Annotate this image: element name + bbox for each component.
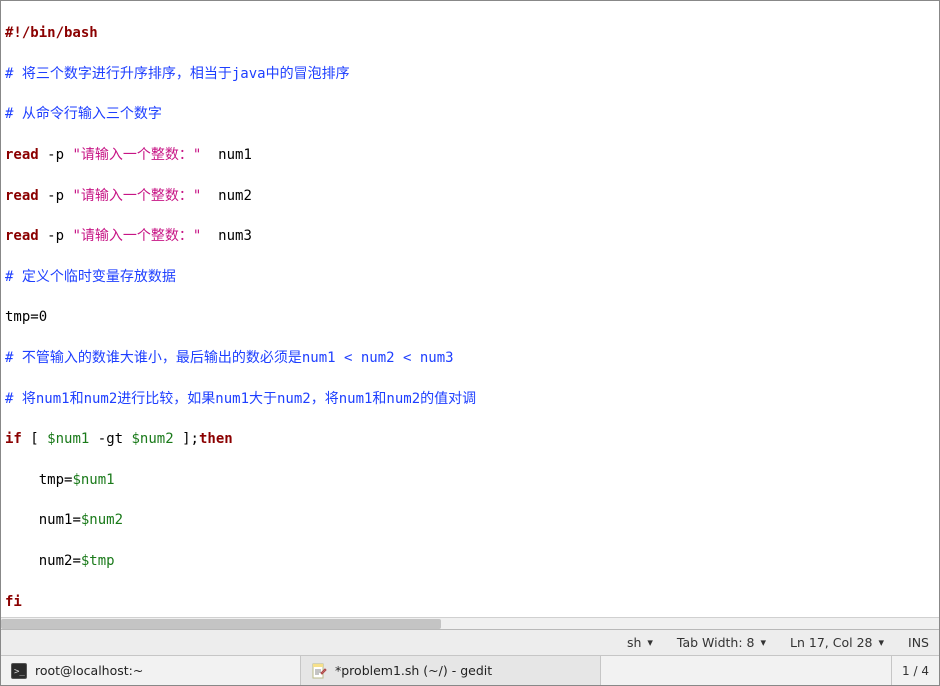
taskbar-item-terminal[interactable]: >_ root@localhost:~ — [1, 656, 301, 685]
variable: $num1 — [72, 472, 114, 488]
horizontal-scrollbar[interactable] — [1, 617, 939, 629]
identifier: tmp — [39, 472, 64, 488]
taskbar: >_ root@localhost:~ *problem1.sh (~/) - … — [1, 655, 939, 685]
identifier: num1 — [39, 512, 73, 528]
chevron-down-icon: ▾ — [878, 636, 884, 649]
workspace-indicator[interactable]: 1 / 4 — [891, 656, 939, 685]
comment: # 将三个数字进行升序排序，相当于java中的冒泡排序 — [5, 66, 350, 82]
code-editor[interactable]: #!/bin/bash # 将三个数字进行升序排序，相当于java中的冒泡排序 … — [1, 1, 939, 617]
terminal-icon: >_ — [11, 663, 27, 679]
language-selector[interactable]: sh ▾ — [627, 635, 653, 650]
status-bar: sh ▾ Tab Width: 8 ▾ Ln 17, Col 28 ▾ INS — [1, 629, 939, 655]
equals: = — [30, 309, 38, 325]
tab-width-label: Tab Width: 8 — [677, 635, 755, 650]
comment: # 从命令行输入三个数字 — [5, 106, 162, 122]
equals: = — [72, 553, 80, 569]
equals: = — [72, 512, 80, 528]
semicolon: ; — [191, 431, 199, 447]
identifier: num3 — [218, 228, 252, 244]
insert-mode-label: INS — [908, 635, 929, 650]
variable: $num1 — [47, 431, 89, 447]
string: "请输入一个整数：" — [72, 188, 201, 204]
identifier: num2 — [39, 553, 73, 569]
keyword-then: then — [199, 431, 233, 447]
variable: $num2 — [132, 431, 174, 447]
variable: $num2 — [81, 512, 123, 528]
cursor-position[interactable]: Ln 17, Col 28 ▾ — [790, 635, 884, 650]
keyword-read: read — [5, 188, 39, 204]
operator: -gt — [98, 431, 123, 447]
variable: $tmp — [81, 553, 115, 569]
identifier: num2 — [218, 188, 252, 204]
svg-text:>_: >_ — [14, 667, 25, 677]
taskbar-item-gedit[interactable]: *problem1.sh (~/) - gedit — [301, 656, 601, 685]
chevron-down-icon: ▾ — [761, 636, 767, 649]
number: 0 — [39, 309, 47, 325]
text-editor-icon — [311, 663, 327, 679]
string: "请输入一个整数：" — [72, 228, 201, 244]
language-label: sh — [627, 635, 641, 650]
keyword-read: read — [5, 147, 39, 163]
identifier: tmp — [5, 309, 30, 325]
comment: # 不管输入的数谁大谁小，最后输出的数必须是num1 < num2 < num3 — [5, 350, 454, 366]
chevron-down-icon: ▾ — [647, 636, 653, 649]
bracket: ] — [182, 431, 190, 447]
shebang-line: #!/bin/bash — [5, 25, 98, 41]
tab-width-selector[interactable]: Tab Width: 8 ▾ — [677, 635, 766, 650]
option: -p — [47, 228, 64, 244]
comment: # 将num1和num2进行比较，如果num1大于num2，将num1和num2… — [5, 391, 476, 407]
bracket: [ — [30, 431, 38, 447]
scrollbar-thumb[interactable] — [1, 619, 441, 629]
string: "请输入一个整数：" — [72, 147, 201, 163]
identifier: num1 — [218, 147, 252, 163]
taskbar-item-label: root@localhost:~ — [35, 663, 143, 678]
insert-mode[interactable]: INS — [908, 635, 929, 650]
option: -p — [47, 147, 64, 163]
keyword-fi: fi — [5, 594, 22, 610]
keyword-if: if — [5, 431, 22, 447]
taskbar-item-label: *problem1.sh (~/) - gedit — [335, 663, 492, 678]
keyword-read: read — [5, 228, 39, 244]
option: -p — [47, 188, 64, 204]
cursor-position-label: Ln 17, Col 28 — [790, 635, 872, 650]
workspace-label: 1 / 4 — [902, 664, 929, 678]
comment: # 定义个临时变量存放数据 — [5, 269, 176, 285]
